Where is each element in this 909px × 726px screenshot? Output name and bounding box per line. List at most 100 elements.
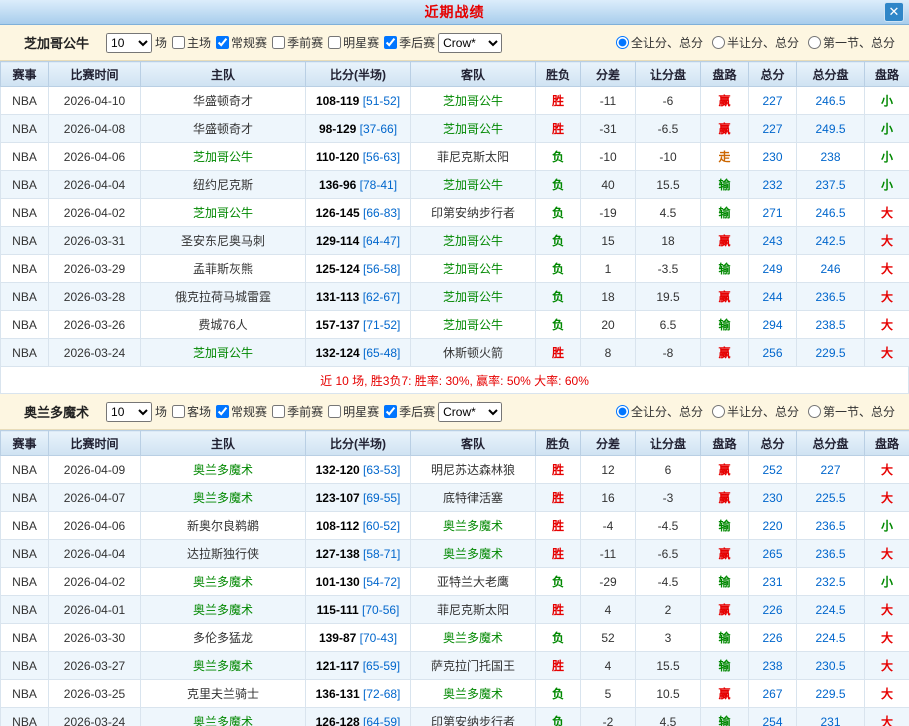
filter-radio[interactable]: 半让分、总分 xyxy=(707,34,799,51)
handicap-cell: 15.5 xyxy=(636,652,701,680)
league-cell: NBA xyxy=(1,456,49,484)
all-star-checkbox[interactable] xyxy=(328,405,341,418)
regular-season-checkbox[interactable] xyxy=(216,405,229,418)
full-score: 136-131 xyxy=(316,687,360,701)
total-result-cell: 大 xyxy=(865,456,909,484)
table-row: NBA 2026-03-29 孟菲斯灰熊 125-124 [56-58] 芝加哥… xyxy=(1,255,909,283)
total-line-cell: 231 xyxy=(797,708,865,726)
full-score: 108-119 xyxy=(316,94,359,108)
half-handicap-total-radio[interactable] xyxy=(712,36,725,49)
filter-checkbox[interactable]: 客场 xyxy=(167,403,211,420)
handicap-result-cell: 赢 xyxy=(701,540,749,568)
league-cell: NBA xyxy=(1,708,49,726)
filter-checkbox[interactable]: 季前赛 xyxy=(267,403,323,420)
column-header: 比赛时间 xyxy=(49,62,141,87)
filter-radio[interactable]: 全让分、总分 xyxy=(611,34,703,51)
games-count-select[interactable]: 10 xyxy=(106,402,152,422)
filter-type-select[interactable]: Crow* xyxy=(438,33,502,53)
handicap-cell: 18 xyxy=(636,227,701,255)
home-checkbox[interactable] xyxy=(172,36,185,49)
league-cell: NBA xyxy=(1,512,49,540)
away-team-cell: 芝加哥公牛 xyxy=(411,87,536,115)
column-header: 总分 xyxy=(749,431,797,456)
home-team-cell: 芝加哥公牛 xyxy=(141,339,306,367)
table-row: NBA 2026-03-24 芝加哥公牛 132-124 [65-48] 休斯顿… xyxy=(1,339,909,367)
score-cell: 126-145 [66-83] xyxy=(306,199,411,227)
close-button[interactable]: ✕ xyxy=(884,2,904,22)
full-score: 98-129 xyxy=(319,122,356,136)
filter-radio[interactable]: 第一节、总分 xyxy=(803,34,895,51)
filter-checkbox[interactable]: 主场 xyxy=(167,34,211,51)
handicap-result-cell: 输 xyxy=(701,171,749,199)
half-score: [56-63] xyxy=(363,150,400,164)
total-line-cell: 232.5 xyxy=(797,568,865,596)
filter-radio[interactable]: 全让分、总分 xyxy=(611,403,703,420)
column-header: 让分盘 xyxy=(636,62,701,87)
full-handicap-total-radio[interactable] xyxy=(616,405,629,418)
filter-checkbox[interactable]: 明星赛 xyxy=(323,403,379,420)
handicap-result-cell: 赢 xyxy=(701,456,749,484)
regular-season-checkbox[interactable] xyxy=(216,36,229,49)
checkbox-label: 明星赛 xyxy=(343,403,379,420)
date-cell: 2026-03-27 xyxy=(49,652,141,680)
filter-checkbox[interactable]: 季后赛 xyxy=(379,403,435,420)
table-header-row: 赛事比赛时间主队比分(半场)客队胜负分差让分盘盘路总分总分盘盘路 xyxy=(1,431,909,456)
team-name: 芝加哥公牛 xyxy=(24,33,89,52)
result-cell: 胜 xyxy=(536,115,581,143)
filter-checkbox[interactable]: 季前赛 xyxy=(267,34,323,51)
filter-type-select[interactable]: Crow* xyxy=(438,402,502,422)
half-handicap-total-radio[interactable] xyxy=(712,405,725,418)
home-team-cell: 奥兰多魔术 xyxy=(141,568,306,596)
half-score: [62-67] xyxy=(363,290,400,304)
away-team-cell: 休斯顿火箭 xyxy=(411,339,536,367)
home-team-cell: 新奥尔良鹈鹕 xyxy=(141,512,306,540)
filter-checkbox[interactable]: 季后赛 xyxy=(379,34,435,51)
away-team-cell: 芝加哥公牛 xyxy=(411,227,536,255)
playoffs-checkbox[interactable] xyxy=(384,36,397,49)
league-cell: NBA xyxy=(1,255,49,283)
handicap-result-cell: 赢 xyxy=(701,115,749,143)
total-line-cell: 246.5 xyxy=(797,87,865,115)
filter-checkbox[interactable]: 明星赛 xyxy=(323,34,379,51)
score-cell: 157-137 [71-52] xyxy=(306,311,411,339)
away-team-cell: 亚特兰大老鹰 xyxy=(411,568,536,596)
filter-checkbox[interactable]: 常规赛 xyxy=(211,403,267,420)
result-cell: 负 xyxy=(536,568,581,596)
total-result-cell: 大 xyxy=(865,339,909,367)
playoffs-checkbox[interactable] xyxy=(384,405,397,418)
handicap-cell: 6.5 xyxy=(636,311,701,339)
half-score: [54-72] xyxy=(363,575,400,589)
first-quarter-total-radio[interactable] xyxy=(808,405,821,418)
all-star-checkbox[interactable] xyxy=(328,36,341,49)
checkbox-label: 季后赛 xyxy=(399,34,435,51)
handicap-cell: -3 xyxy=(636,484,701,512)
half-score: [72-68] xyxy=(363,687,400,701)
checkbox-label: 明星赛 xyxy=(343,34,379,51)
preseason-checkbox[interactable] xyxy=(272,36,285,49)
total-result-cell: 小 xyxy=(865,512,909,540)
filter-checkbox[interactable]: 常规赛 xyxy=(211,34,267,51)
away-checkbox[interactable] xyxy=(172,405,185,418)
half-score: [58-71] xyxy=(363,547,400,561)
full-score: 136-96 xyxy=(319,178,356,192)
preseason-checkbox[interactable] xyxy=(272,405,285,418)
sections-container: 芝加哥公牛 10 场 主场 常规赛 季前赛 明星赛 季后赛 Crow* 全让分、… xyxy=(0,25,909,726)
handicap-cell: -8 xyxy=(636,339,701,367)
filter-radio[interactable]: 第一节、总分 xyxy=(803,403,895,420)
total-points-cell: 231 xyxy=(749,568,797,596)
league-cell: NBA xyxy=(1,283,49,311)
total-result-cell: 小 xyxy=(865,143,909,171)
date-cell: 2026-03-28 xyxy=(49,283,141,311)
column-header: 盘路 xyxy=(701,431,749,456)
home-team-cell: 奥兰多魔术 xyxy=(141,708,306,726)
team-section: 奥兰多魔术 10 场 客场 常规赛 季前赛 明星赛 季后赛 Crow* 全让分、… xyxy=(0,394,909,726)
games-count-select[interactable]: 10 xyxy=(106,33,152,53)
away-team-cell: 芝加哥公牛 xyxy=(411,255,536,283)
score-cell: 101-130 [54-72] xyxy=(306,568,411,596)
first-quarter-total-radio[interactable] xyxy=(808,36,821,49)
home-team-cell: 华盛顿奇才 xyxy=(141,87,306,115)
total-points-cell: 232 xyxy=(749,171,797,199)
table-row: NBA 2026-04-06 新奥尔良鹈鹕 108-112 [60-52] 奥兰… xyxy=(1,512,909,540)
full-handicap-total-radio[interactable] xyxy=(616,36,629,49)
filter-radio[interactable]: 半让分、总分 xyxy=(707,403,799,420)
